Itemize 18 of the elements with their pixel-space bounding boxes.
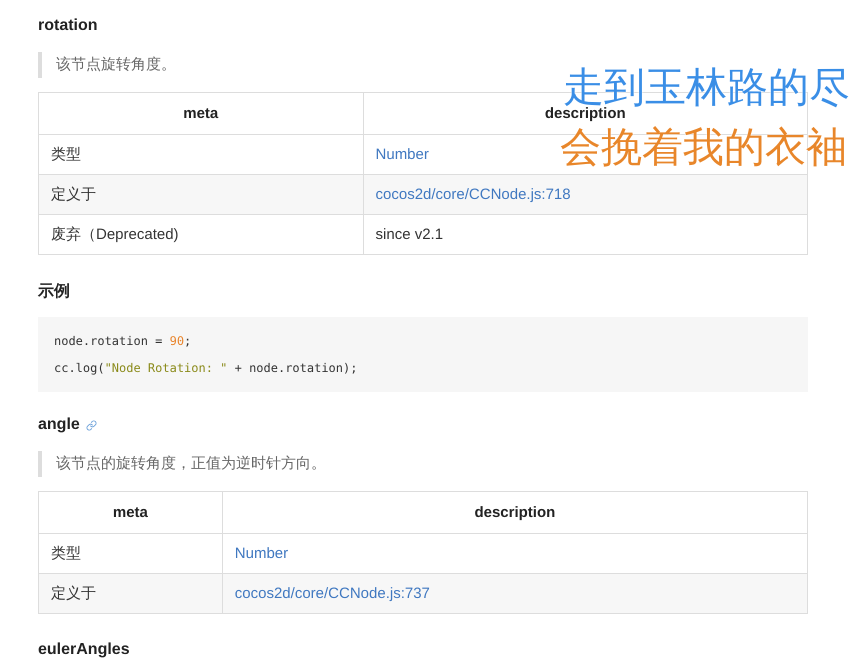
example-heading: 示例 (38, 282, 70, 302)
table-cell: 废弃（Deprecated) (38, 214, 364, 254)
table-link[interactable]: cocos2d/core/CCNode.js:718 (376, 186, 571, 203)
section-heading: rotation (38, 17, 98, 35)
code-line: node.rotation = 90; (54, 333, 192, 350)
section-heading: angle (38, 416, 80, 434)
link-icon[interactable] (86, 420, 97, 430)
section-heading: eulerAngles (38, 641, 130, 659)
table-link[interactable]: cocos2d/core/CCNode.js:737 (234, 585, 430, 602)
table-link[interactable]: Number (234, 545, 288, 562)
table-cell: since v2.1 (376, 226, 444, 243)
column-header: meta (38, 92, 364, 134)
description-quote: 该节点的旋转角度，正值为逆时针方向。 (38, 451, 808, 477)
code-line: cc.log("Node Rotation: " + node.rotation); (54, 360, 358, 377)
column-header: description (222, 492, 808, 534)
table-cell: 定义于 (38, 574, 222, 614)
table-link[interactable]: Number (376, 146, 429, 163)
column-header: meta (38, 492, 222, 534)
